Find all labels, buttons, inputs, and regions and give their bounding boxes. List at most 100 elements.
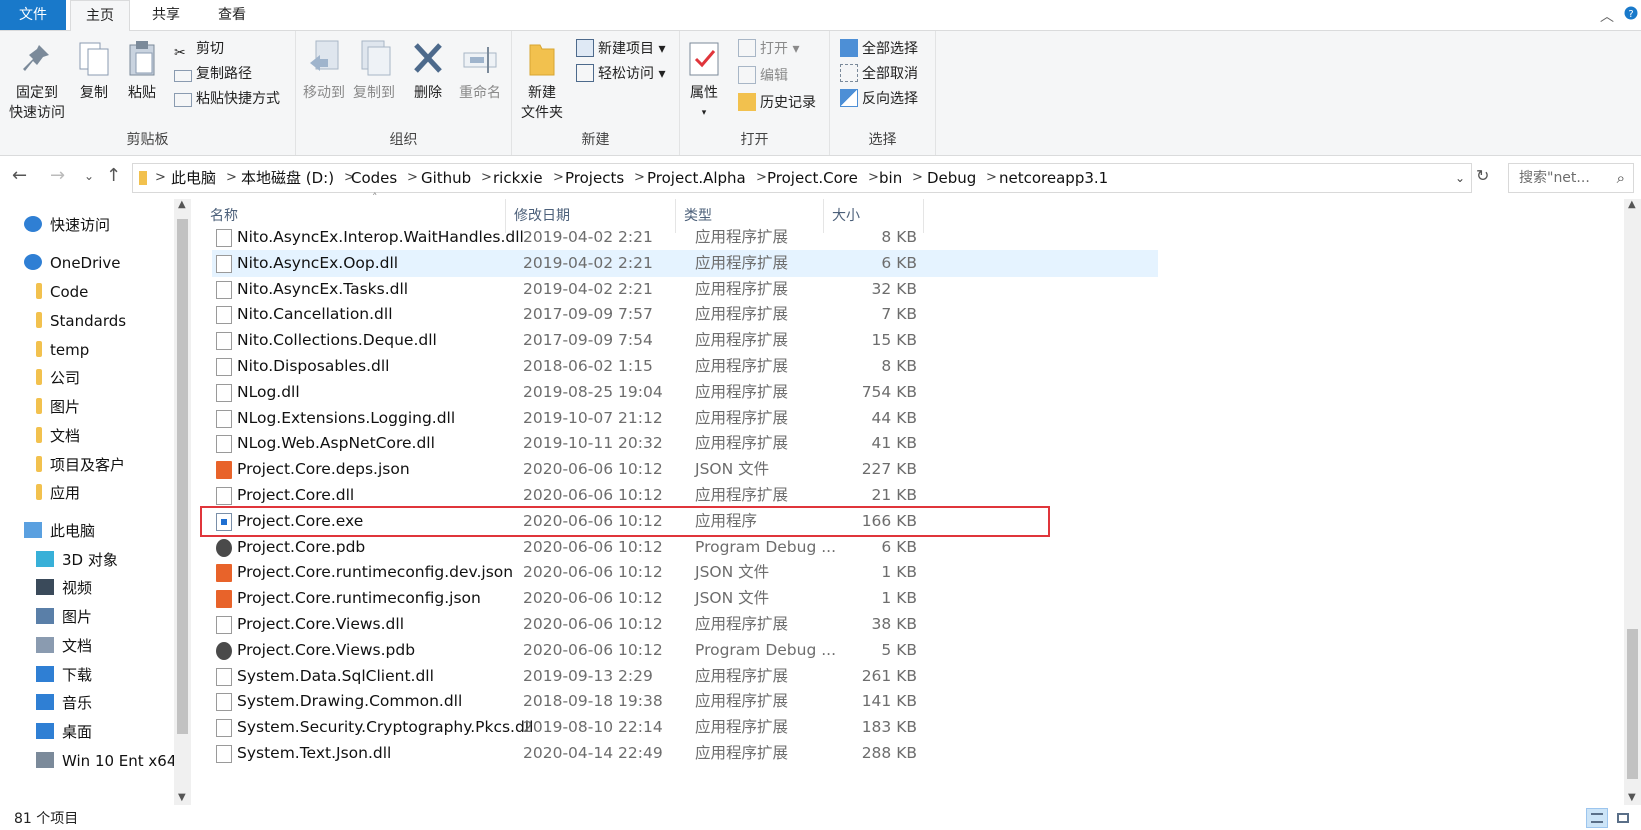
file-row[interactable]: Project.Core.runtimeconfig.json 2020-06-0… [212, 585, 1158, 612]
help-icon[interactable]: ? [1624, 6, 1638, 24]
breadcrumb-separator-icon[interactable]: > [756, 164, 767, 192]
new-item-button[interactable]: 新建项目 ▾ [576, 37, 665, 61]
breadcrumb-separator-icon[interactable]: > [553, 164, 564, 192]
properties-button[interactable]: 属性 ▾ [684, 37, 724, 123]
scroll-up-icon[interactable]: ▲ [178, 199, 186, 210]
nav-item[interactable]: 此电脑 [24, 517, 95, 545]
file-row[interactable]: Project.Core.exe 2020-06-06 10:12 应用程序 166 … [200, 505, 1050, 537]
nav-item[interactable]: Standards [36, 307, 126, 335]
address-dropdown-chevron-icon[interactable]: ⌄ [1455, 164, 1465, 192]
nav-item[interactable]: 桌面 [36, 718, 92, 746]
breadcrumb-separator-icon[interactable]: > [481, 164, 492, 192]
back-arrow-icon[interactable]: ← [12, 165, 27, 186]
nav-item[interactable]: 音乐 [36, 689, 92, 717]
navigation-scrollbar-thumb[interactable] [177, 219, 188, 734]
new-folder-button[interactable]: 新建 文件夹 [516, 37, 568, 123]
file-list-scrollbar-thumb[interactable] [1627, 629, 1638, 779]
file-row[interactable]: Nito.AsyncEx.Oop.dll 2019-04-02 2:21 应用程序扩… [212, 249, 1158, 277]
pin-to-quick-access-button[interactable]: 固定到 快速访问 [4, 37, 70, 123]
list-scroll-up-icon[interactable]: ▲ [1628, 199, 1636, 210]
file-row[interactable]: NLog.dll 2019-08-25 19:04 应用程序扩展 754 KB [212, 379, 1158, 406]
breadcrumb-item[interactable]: Codes [351, 164, 397, 192]
breadcrumb-separator-icon[interactable]: > [912, 164, 923, 192]
nav-item[interactable]: 文档 [36, 422, 80, 450]
nav-item[interactable]: temp [36, 336, 89, 364]
file-row[interactable]: Nito.Cancellation.dll 2017-09-09 7:57 应用程序… [212, 301, 1158, 328]
nav-item[interactable]: Code [36, 278, 88, 306]
paste-button[interactable]: 粘贴 [122, 37, 162, 103]
tab-view[interactable]: 查看 [202, 0, 262, 30]
search-input[interactable]: 搜索"net... ⌕ [1508, 163, 1634, 193]
tab-file[interactable]: 文件 [0, 0, 66, 30]
nav-item[interactable]: 图片 [36, 393, 80, 421]
file-row[interactable]: Project.Core.Views.dll 2020-06-06 10:12 应用… [212, 611, 1158, 638]
nav-item[interactable]: 快速访问 [24, 211, 110, 239]
breadcrumb-item[interactable]: Debug [927, 164, 976, 192]
file-row[interactable]: Nito.Disposables.dll 2018-06-02 1:15 应用程序扩… [212, 353, 1158, 380]
recent-locations-chevron-icon[interactable]: ⌄ [84, 169, 94, 183]
details-view-button[interactable] [1586, 808, 1608, 828]
rename-button[interactable]: 重命名 [454, 37, 506, 103]
nav-item[interactable]: OneDrive [24, 249, 121, 277]
breadcrumb-separator-icon[interactable]: > [155, 164, 166, 192]
nav-item[interactable]: 应用 [36, 479, 80, 507]
cut-button[interactable]: ✂ 剪切 [174, 37, 224, 61]
file-row[interactable]: NLog.Web.AspNetCore.dll 2019-10-11 20:32 应… [212, 430, 1158, 457]
breadcrumb-separator-icon[interactable]: > [868, 164, 879, 192]
move-to-button[interactable]: 移动到 [300, 37, 348, 103]
file-row[interactable]: Project.Core.Views.pdb 2020-06-06 10:12 Pr… [212, 637, 1158, 664]
breadcrumb-item[interactable]: 本地磁盘 (D:) [241, 164, 334, 192]
open-button[interactable]: 打开 ▾ [738, 37, 799, 61]
easy-access-button[interactable]: 轻松访问 ▾ [576, 62, 665, 86]
minimize-ribbon-icon[interactable]: ︿ [1600, 6, 1614, 26]
tab-share[interactable]: 共享 [136, 0, 196, 30]
nav-item[interactable]: 项目及客户 [36, 451, 125, 479]
file-row[interactable]: Project.Core.dll 2020-06-06 10:12 应用程序扩展 21… [212, 482, 1158, 509]
forward-arrow-icon[interactable]: → [50, 165, 65, 186]
breadcrumb-item[interactable]: Github [421, 164, 471, 192]
edit-button[interactable]: 编辑 [738, 64, 788, 88]
tab-home[interactable]: 主页 [70, 0, 130, 31]
scroll-down-icon[interactable]: ▼ [178, 792, 186, 803]
address-bar[interactable]: > 此电脑 > 本地磁盘 (D:) > Codes > Github > rickxie > Pro… [132, 163, 1472, 193]
breadcrumb-item[interactable]: netcoreapp3.1 [999, 164, 1108, 192]
file-row[interactable]: Nito.Collections.Deque.dll 2017-09-09 7:5… [212, 327, 1158, 354]
breadcrumb-item[interactable]: Project.Alpha [647, 164, 746, 192]
breadcrumb-separator-icon[interactable]: > [407, 164, 418, 192]
breadcrumb-separator-icon[interactable]: > [634, 164, 645, 192]
copy-path-button[interactable]: 复制路径 [174, 62, 252, 86]
file-row[interactable]: Project.Core.runtimeconfig.dev.json 2020-… [212, 559, 1158, 586]
file-row[interactable]: NLog.Extensions.Logging.dll 2019-10-07 21… [212, 405, 1158, 432]
breadcrumb-separator-icon[interactable]: > [986, 164, 997, 192]
delete-button[interactable]: 删除 [408, 37, 448, 103]
list-scroll-down-icon[interactable]: ▼ [1628, 792, 1636, 803]
file-row[interactable]: System.Security.Cryptography.Pkcs.dll 201… [212, 714, 1158, 741]
file-row[interactable]: Project.Core.pdb 2020-06-06 10:12 Program … [212, 534, 1158, 561]
large-icons-view-button[interactable] [1612, 808, 1634, 828]
breadcrumb-item[interactable]: Projects [565, 164, 624, 192]
breadcrumb-item[interactable]: rickxie [493, 164, 543, 192]
invert-selection-button[interactable]: 反向选择 [840, 87, 918, 111]
paste-shortcut-button[interactable]: 粘贴快捷方式 [174, 87, 280, 111]
nav-item[interactable]: Win 10 Ent x64 [36, 747, 176, 775]
file-row[interactable]: Project.Core.deps.json 2020-06-06 10:12 JS… [212, 456, 1158, 483]
file-list-scrollbar[interactable]: ▲ ▼ [1624, 199, 1641, 805]
file-row[interactable]: Nito.AsyncEx.Tasks.dll 2019-04-02 2:21 应用程… [212, 276, 1158, 303]
breadcrumb-item[interactable]: bin [879, 164, 902, 192]
nav-item[interactable]: 3D 对象 [36, 546, 118, 574]
copy-button[interactable]: 复制 [74, 37, 114, 103]
nav-item[interactable]: 下载 [36, 661, 92, 689]
select-none-button[interactable]: 全部取消 [840, 62, 918, 86]
refresh-icon[interactable]: ↻ [1476, 166, 1489, 185]
nav-item[interactable]: 文档 [36, 632, 92, 660]
file-row[interactable]: Nito.AsyncEx.Interop.WaitHandles.dll 2019… [212, 224, 1158, 251]
breadcrumb-item[interactable]: 此电脑 [171, 164, 216, 192]
copy-to-button[interactable]: 复制到 [350, 37, 398, 103]
breadcrumb-item[interactable]: Project.Core [767, 164, 858, 192]
file-row[interactable]: System.Data.SqlClient.dll 2019-09-13 2:29… [212, 663, 1158, 690]
navigation-scrollbar[interactable]: ▲ ▼ [174, 199, 191, 805]
file-row[interactable]: System.Drawing.Common.dll 2018-09-18 19:3… [212, 688, 1158, 715]
file-row[interactable]: System.Text.Json.dll 2020-04-14 22:49 应用程序… [212, 740, 1158, 767]
nav-item[interactable]: 图片 [36, 603, 92, 631]
nav-item[interactable]: 公司 [36, 364, 80, 392]
